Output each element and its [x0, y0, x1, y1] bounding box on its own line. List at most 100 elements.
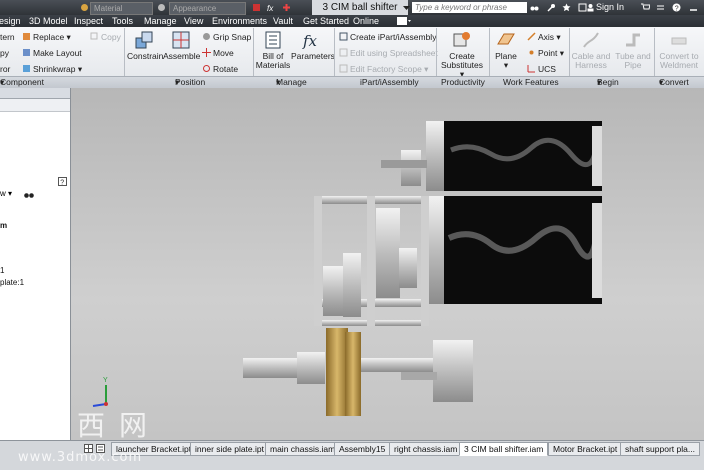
key-icon[interactable]	[547, 3, 556, 12]
plane-button[interactable]: Plane ▾	[492, 30, 520, 70]
copy-component-button[interactable]: py	[0, 48, 9, 58]
svg-text:Y: Y	[103, 377, 108, 384]
menu-tools[interactable]: Tools	[112, 16, 133, 26]
axis-icon	[527, 32, 536, 41]
cart-icon[interactable]	[641, 3, 650, 12]
graphics-viewport[interactable]: Y	[71, 88, 704, 440]
tab-3cim-ball-shifter[interactable]: 3 CIM ball shifter.iam	[459, 442, 549, 456]
mirror-button[interactable]: ror	[0, 64, 10, 74]
tab-assembly15[interactable]: Assembly15	[334, 442, 391, 456]
panel-label-component[interactable]: Component ▾	[0, 77, 44, 88]
model-browser: ? w ▾ m 1 plate:1	[0, 88, 71, 440]
tab-right-chassis[interactable]: right chassis.iam	[389, 442, 463, 456]
tree-item[interactable]: 1	[0, 266, 4, 275]
axis-button[interactable]: Axis ▾	[527, 32, 561, 43]
cim-motor-top[interactable]	[426, 121, 602, 191]
user-icon[interactable]	[586, 3, 595, 12]
watermark-url: www.3dmox.com	[18, 450, 143, 465]
binoculars-icon[interactable]	[530, 3, 539, 12]
menu-design[interactable]: esign	[0, 16, 21, 26]
panel-label-convert[interactable]: Convert ▾	[659, 77, 689, 88]
appearance-icon[interactable]	[157, 3, 166, 12]
point-button[interactable]: Point ▾	[527, 48, 564, 59]
shrinkwrap-button[interactable]: Shrinkwrap ▾	[22, 64, 82, 75]
ucs-icon	[527, 65, 535, 73]
tree-item[interactable]: plate:1	[0, 278, 24, 287]
sign-in-link[interactable]: Sign In	[596, 2, 624, 12]
tube-pipe-button[interactable]: Tube and Pipe	[615, 30, 651, 70]
point-icon	[529, 50, 534, 55]
replace-button[interactable]: Replace ▾	[22, 32, 71, 43]
shrinkwrap-icon	[23, 65, 30, 72]
edit-spreadsheet-button[interactable]: Edit using Spreadsheet	[339, 48, 438, 58]
clear-icon[interactable]	[252, 3, 261, 12]
menu-manage[interactable]: Manage	[144, 16, 177, 26]
menu-get-started[interactable]: Get Started	[303, 16, 349, 26]
copy-button[interactable]: Copy	[90, 32, 121, 42]
material-icon[interactable]	[80, 3, 89, 12]
menu-environments[interactable]: Environments	[212, 16, 267, 26]
bill-of-materials-icon	[265, 31, 281, 49]
cim-motor-bottom[interactable]	[426, 196, 602, 304]
pattern-button[interactable]: tern	[0, 32, 15, 42]
material-dropdown[interactable]: Material	[90, 2, 153, 15]
parameters-button[interactable]: fx Parameters	[291, 30, 335, 61]
brass-gears[interactable]	[326, 328, 361, 416]
assembly-model[interactable]: Y	[71, 88, 704, 440]
panel-label-manage[interactable]: Manage ▾	[276, 77, 307, 88]
tree-root[interactable]: m	[0, 221, 7, 230]
replace-icon	[23, 33, 30, 40]
panel-label-position[interactable]: Position ▾	[175, 77, 205, 88]
create-substitutes-button[interactable]: Create Substitutes ▾	[438, 30, 486, 79]
menu-vault[interactable]: Vault	[273, 16, 293, 26]
rotate-button[interactable]: Rotate	[202, 64, 238, 74]
cable-harness-icon	[583, 32, 599, 48]
search-input[interactable]: Type a keyword or phrase	[412, 2, 527, 13]
minimize-icon[interactable]	[689, 3, 698, 12]
appearance-dropdown[interactable]: Appearance	[169, 2, 246, 15]
star-icon[interactable]	[562, 3, 571, 12]
assemble-button[interactable]: Assemble	[163, 30, 200, 61]
svg-text:?: ?	[60, 180, 64, 187]
measure-icon[interactable]: fx	[266, 3, 275, 12]
ribbon-toggle-icon[interactable]	[397, 17, 411, 25]
browser-view-dropdown[interactable]: w ▾	[0, 189, 12, 198]
make-layout-icon	[23, 49, 30, 56]
bill-of-materials-button[interactable]: Bill of Materials	[255, 30, 291, 70]
menu-inspect[interactable]: Inspect	[74, 16, 103, 26]
tab-main-chassis[interactable]: main chassis.iam	[265, 442, 341, 456]
tab-inner-side-plate[interactable]: inner side plate.ipt	[190, 442, 269, 456]
view-triad[interactable]: Y	[92, 377, 108, 407]
help-icon[interactable]: ?	[58, 177, 67, 186]
browser-header: ?	[0, 88, 70, 186]
menu-online[interactable]: Online	[353, 16, 379, 26]
spreadsheet-icon	[339, 48, 348, 57]
tab-shaft-support[interactable]: shaft support pla...	[620, 442, 700, 456]
create-ipart-button[interactable]: Create iPart/iAssembly	[339, 32, 436, 42]
exchange-icon[interactable]	[656, 3, 665, 12]
browser-toolbar: w ▾	[0, 99, 70, 198]
grip-snap-button[interactable]: Grip Snap	[202, 32, 251, 42]
rotate-icon	[203, 65, 210, 72]
help-icon[interactable]: ?	[672, 3, 681, 12]
edit-factory-scope-button[interactable]: Edit Factory Scope ▾	[339, 64, 428, 75]
menu-3d-model[interactable]: 3D Model	[29, 16, 68, 26]
convert-weldment-button[interactable]: Convert to Weldment	[656, 30, 702, 70]
tab-motor-bracket[interactable]: Motor Bracket.ipt	[548, 442, 623, 456]
menu-view[interactable]: View	[184, 16, 203, 26]
constrain-button[interactable]: Constrain	[127, 30, 163, 61]
move-button[interactable]: Move	[202, 48, 234, 58]
svg-text:fx: fx	[302, 32, 318, 50]
make-layout-button[interactable]: Make Layout	[22, 48, 82, 58]
weldment-icon	[671, 37, 687, 45]
ucs-button[interactable]: UCS	[527, 64, 556, 74]
binoculars-icon[interactable]	[24, 190, 34, 199]
panel-label-begin[interactable]: Begin ▾	[597, 77, 619, 88]
add-icon[interactable]	[282, 3, 291, 12]
plane-icon	[497, 33, 515, 45]
cable-harness-button[interactable]: Cable and Harness	[571, 30, 611, 70]
tube-pipe-icon	[626, 33, 640, 47]
svg-text:?: ?	[675, 6, 679, 13]
document-title: 3 CIM ball shifter	[312, 0, 408, 15]
tab-dropdown-icon[interactable]	[402, 3, 411, 12]
